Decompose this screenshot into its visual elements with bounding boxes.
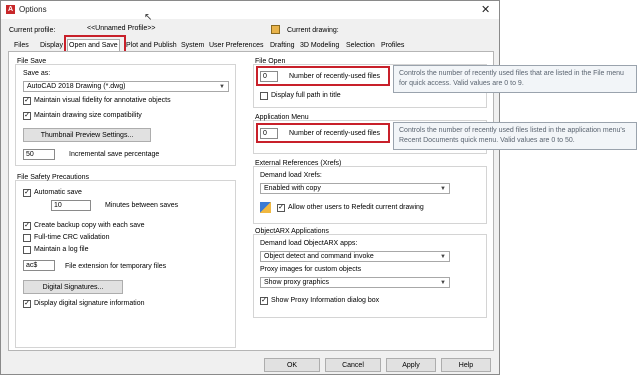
tab-files[interactable]: Files — [13, 40, 30, 51]
tab-profiles[interactable]: Profiles — [380, 40, 405, 51]
save-as-value: AutoCAD 2018 Drawing (*.dwg) — [27, 83, 126, 90]
chevron-down-icon: ▼ — [440, 280, 446, 286]
proxy-images-label: Proxy images for custom objects — [260, 266, 362, 273]
objectarx-title: ObjectARX Applications — [255, 228, 329, 235]
save-as-label: Save as: — [23, 70, 51, 77]
file-open-highlight-annotation — [256, 66, 390, 86]
window-title: Options — [19, 5, 47, 14]
log-file-label: Maintain a log file — [34, 246, 89, 253]
cancel-button[interactable]: Cancel — [325, 358, 381, 372]
title-bar: A Options ✕ — [1, 1, 499, 19]
xrefs-demand-load-label: Demand load Xrefs: — [260, 172, 322, 179]
xrefs-title: External References (Xrefs) — [255, 160, 342, 167]
allow-refedit-checkbox[interactable]: ✓ — [277, 204, 285, 212]
tab-display[interactable]: Display — [39, 40, 64, 51]
chevron-down-icon: ▼ — [440, 186, 446, 192]
incremental-save-input[interactable]: 50 — [23, 149, 55, 160]
objectarx-demand-load-value: Object detect and command invoke — [264, 253, 374, 260]
show-proxy-dialog-label: Show Proxy Information dialog box — [271, 297, 380, 304]
allow-refedit-label: Allow other users to Refedit current dra… — [288, 204, 424, 211]
maintain-size-checkbox[interactable]: ✓ — [23, 112, 31, 120]
maintain-fidelity-checkbox[interactable]: ✓ — [23, 97, 31, 105]
app-menu-tooltip: Controls the number of recently used fil… — [393, 122, 637, 150]
help-button[interactable]: Help — [441, 358, 491, 372]
log-file-checkbox[interactable] — [23, 246, 31, 254]
incremental-save-label: Incremental save percentage — [69, 151, 160, 158]
proxy-images-select[interactable]: Show proxy graphics ▼ — [260, 277, 450, 288]
objectarx-demand-load-label: Demand load ObjectARX apps: — [260, 240, 358, 247]
app-menu-highlight-annotation — [256, 123, 390, 143]
display-signature-checkbox[interactable]: ✓ — [23, 300, 31, 308]
temp-file-extension-input[interactable]: ac$ — [23, 260, 55, 271]
tab-plot-and-publish[interactable]: Plot and Publish — [125, 40, 178, 51]
file-open-title: File Open — [255, 58, 286, 65]
close-icon[interactable]: ✕ — [481, 3, 490, 16]
chevron-down-icon: ▼ — [219, 84, 225, 90]
digital-signatures-button[interactable]: Digital Signatures... — [23, 280, 123, 294]
autocad-icon: A — [6, 5, 15, 14]
tab-drafting[interactable]: Drafting — [269, 40, 296, 51]
show-proxy-dialog-checkbox[interactable]: ✓ — [260, 297, 268, 305]
tab-selection[interactable]: Selection — [345, 40, 376, 51]
minutes-between-saves-input[interactable]: 10 — [51, 200, 91, 211]
automatic-save-checkbox[interactable]: ✓ — [23, 189, 31, 197]
chevron-down-icon: ▼ — [440, 254, 446, 260]
tab-content-panel: File Save Save as: AutoCAD 2018 Drawing … — [8, 51, 494, 351]
current-drawing-label: Current drawing: — [287, 27, 339, 34]
maintain-fidelity-label: Maintain visual fidelity for annotative … — [34, 97, 171, 104]
save-as-select[interactable]: AutoCAD 2018 Drawing (*.dwg) ▼ — [23, 81, 229, 92]
file-save-title: File Save — [17, 58, 47, 65]
options-dialog: A Options ✕ ↖ Current profile: <<Unnamed… — [0, 0, 500, 375]
minutes-between-saves-label: Minutes between saves — [105, 202, 179, 209]
current-profile-value: <<Unnamed Profile>> — [87, 25, 156, 32]
file-safety-title: File Safety Precautions — [17, 174, 89, 181]
file-open-tooltip: Controls the number of recently used fil… — [393, 65, 637, 93]
crc-validation-checkbox[interactable] — [23, 234, 31, 242]
full-path-label: Display full path in title — [271, 92, 341, 99]
tab-user-preferences[interactable]: User Preferences — [208, 40, 264, 51]
tab-3d-modeling[interactable]: 3D Modeling — [299, 40, 340, 51]
application-menu-title: Application Menu — [255, 114, 309, 121]
ok-button[interactable]: OK — [264, 358, 320, 372]
objectarx-demand-load-select[interactable]: Object detect and command invoke ▼ — [260, 251, 450, 262]
maintain-size-label: Maintain drawing size compatibility — [34, 112, 142, 119]
tab-system[interactable]: System — [180, 40, 205, 51]
current-profile-label: Current profile: — [9, 27, 56, 34]
backup-copy-checkbox[interactable]: ✓ — [23, 222, 31, 230]
thumbnail-preview-settings-button[interactable]: Thumbnail Preview Settings... — [23, 128, 151, 142]
crc-validation-label: Full-time CRC validation — [34, 234, 110, 241]
automatic-save-label: Automatic save — [34, 189, 82, 196]
xrefs-demand-load-select[interactable]: Enabled with copy ▼ — [260, 183, 450, 194]
proxy-images-value: Show proxy graphics — [264, 279, 329, 286]
full-path-checkbox[interactable] — [260, 92, 268, 100]
apply-button[interactable]: Apply — [386, 358, 436, 372]
backup-copy-label: Create backup copy with each save — [34, 222, 145, 229]
xrefs-demand-load-value: Enabled with copy — [264, 185, 321, 192]
temp-file-extension-label: File extension for temporary files — [65, 263, 167, 270]
display-signature-label: Display digital signature information — [34, 300, 145, 307]
xref-refedit-icon — [260, 202, 271, 213]
mouse-cursor-icon: ↖ — [144, 12, 153, 23]
drawing-file-icon — [271, 25, 280, 34]
